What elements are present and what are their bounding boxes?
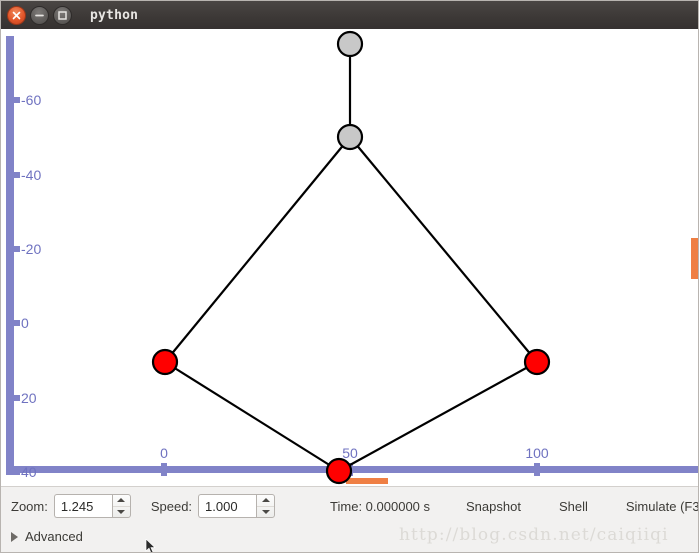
shell-button[interactable]: Shell (557, 497, 590, 516)
simulation-time-display: Time: 0.000000 s (330, 498, 431, 514)
zoom-stepper[interactable] (53, 494, 131, 518)
triangle-right-icon (11, 531, 18, 542)
maximize-icon (58, 10, 67, 20)
window-titlebar: python (1, 1, 698, 29)
x-tick-mark (161, 463, 167, 476)
linkage-bar (349, 136, 538, 363)
simulation-canvas[interactable]: -60 -40 -20 0 20 40 0 50 100 (1, 29, 698, 486)
zoom-decrement-button[interactable] (113, 507, 130, 518)
speed-label: Speed: (150, 498, 193, 514)
joint-node-n4[interactable] (325, 457, 353, 485)
y-tick-mark (6, 469, 20, 475)
y-tick-mark (6, 97, 20, 103)
zoom-increment-button[interactable] (112, 495, 130, 507)
y-tick-mark (6, 320, 20, 326)
joint-node-n0[interactable] (336, 30, 364, 58)
y-tick-mark (6, 246, 20, 252)
window-title: python (90, 7, 139, 23)
speed-spin-buttons[interactable] (256, 494, 276, 518)
speed-input[interactable] (198, 494, 257, 518)
y-tick-label: -60 (21, 92, 41, 108)
x-tick-label: 0 (160, 445, 168, 461)
y-tick-label: -40 (21, 167, 41, 183)
zoom-spin-buttons[interactable] (111, 494, 131, 518)
linkage-bar (338, 361, 538, 472)
y-tick-label: 20 (21, 390, 37, 406)
snapshot-button[interactable]: Snapshot (464, 497, 523, 516)
linkage-bars (164, 44, 538, 472)
window-close-button[interactable] (7, 5, 26, 25)
x-tick-label: 50 (342, 445, 358, 461)
y-tick-label: 0 (21, 315, 29, 331)
chevron-down-icon (117, 509, 126, 514)
application-window: python -60 -40 -20 0 20 40 0 50 100 Zoom: (0, 0, 699, 553)
right-edge-marker (691, 238, 698, 279)
y-tick-mark (6, 172, 20, 178)
x-tick-mark (534, 463, 540, 476)
speed-increment-button[interactable] (257, 495, 275, 507)
chevron-down-icon (261, 509, 270, 514)
linkage-bar (164, 136, 351, 363)
advanced-disclosure[interactable]: Advanced (11, 529, 83, 544)
joint-node-n1[interactable] (336, 123, 364, 151)
close-icon (12, 11, 21, 19)
zoom-input[interactable] (53, 494, 112, 518)
mechanism-plot: -60 -40 -20 0 20 40 0 50 100 (6, 30, 698, 485)
joint-node-n3[interactable] (523, 348, 551, 376)
mouse-cursor-icon (145, 539, 156, 552)
linkage-bar (164, 361, 340, 472)
y-tick-label: 40 (21, 464, 37, 480)
chevron-up-icon (261, 498, 270, 503)
speed-decrement-button[interactable] (257, 507, 274, 518)
joint-node-n2[interactable] (151, 348, 179, 376)
advanced-label: Advanced (25, 529, 83, 544)
chevron-up-icon (117, 498, 126, 503)
y-tick-mark (6, 395, 20, 401)
x-tick-label: 100 (525, 445, 549, 461)
plot-axes (6, 36, 698, 473)
y-tick-label: -20 (21, 241, 41, 257)
toolbar-controls-row: Zoom: Speed: Time: 0.000000 s Snapshot S… (1, 487, 698, 525)
window-maximize-button[interactable] (53, 5, 72, 25)
ground-indicator (346, 478, 388, 484)
minimize-icon (35, 14, 44, 16)
speed-stepper[interactable] (198, 494, 276, 518)
window-minimize-button[interactable] (30, 5, 49, 25)
zoom-label: Zoom: (11, 498, 48, 514)
watermark-text: http://blog.csdn.net/caiqiiqi (399, 525, 669, 545)
simulate-button[interactable]: Simulate (F3) (624, 497, 698, 516)
edge-marker-bar (691, 238, 698, 279)
ground-bar (346, 478, 388, 484)
